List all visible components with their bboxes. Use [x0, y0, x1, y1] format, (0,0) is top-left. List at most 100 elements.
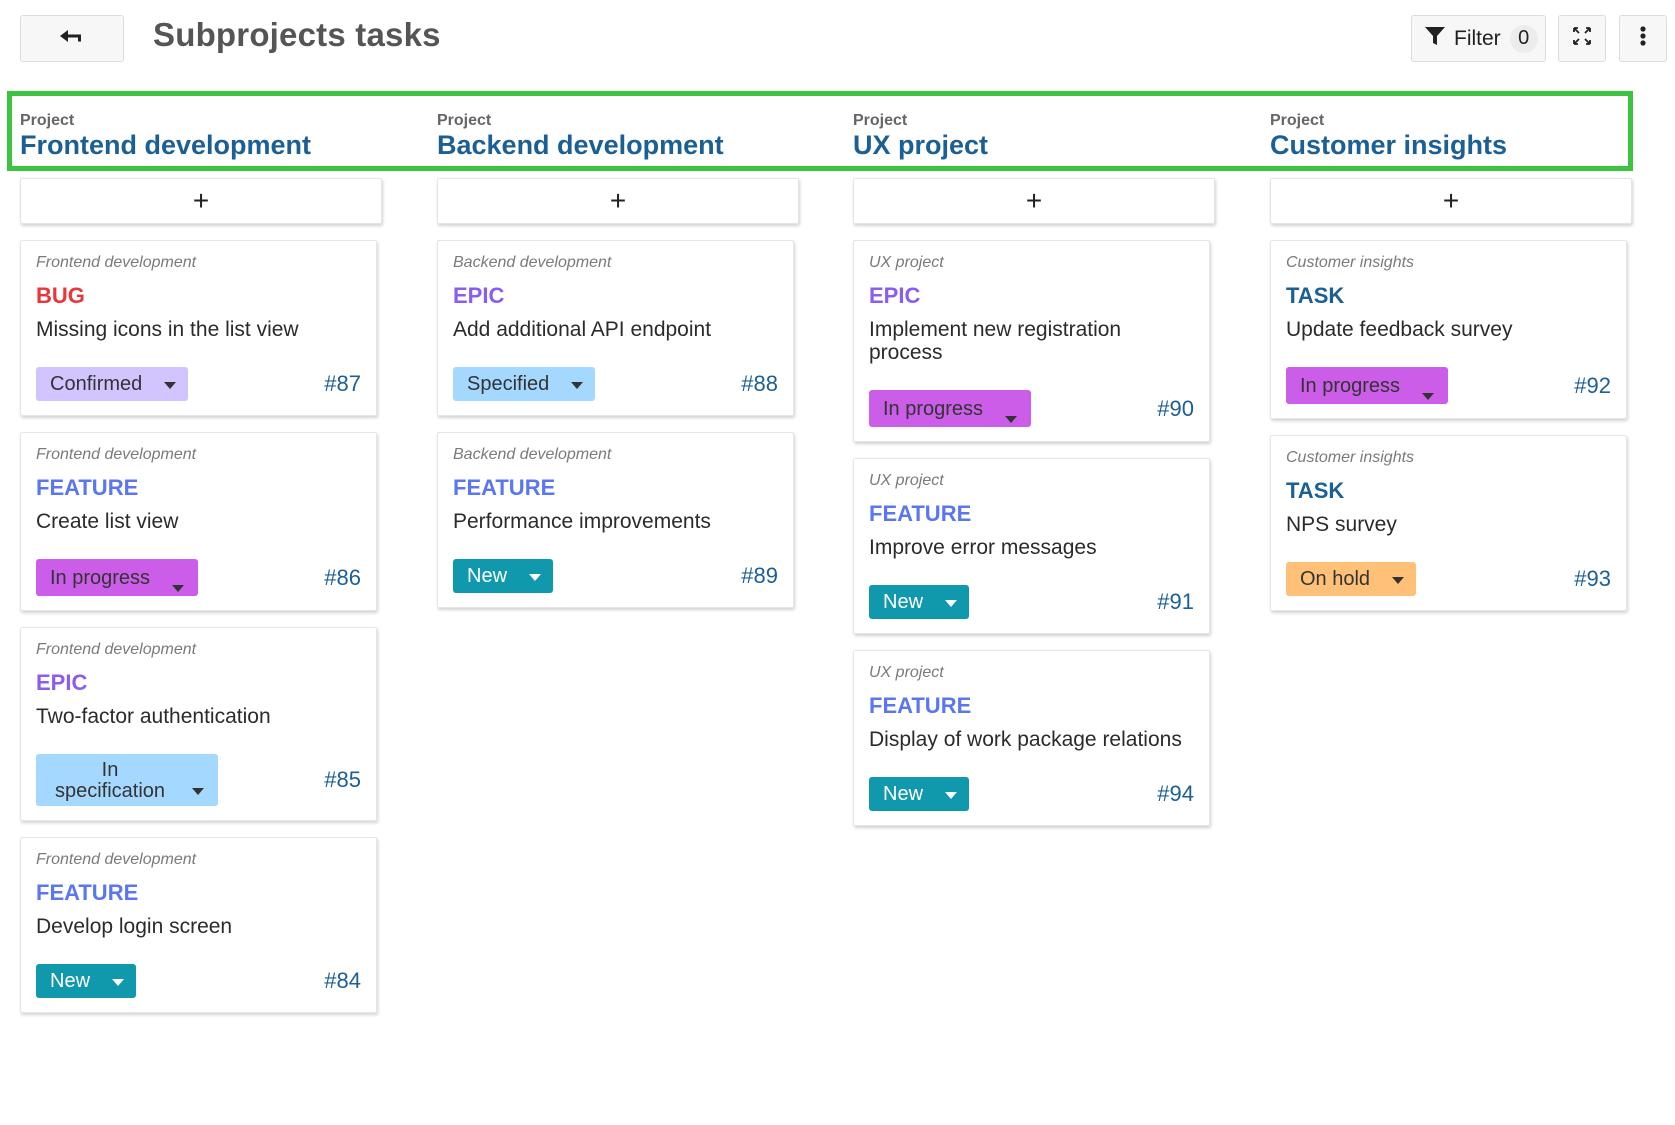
status-dropdown[interactable]: New — [453, 559, 554, 593]
filter-count-badge: 0 — [1509, 24, 1538, 53]
card-footer: New #94 — [869, 777, 1194, 811]
status-label: New — [467, 564, 508, 587]
card-project: UX project — [869, 472, 944, 489]
plus-icon: + — [192, 185, 210, 216]
card-footer: In progress #92 — [1286, 367, 1611, 404]
work-package-id[interactable]: #94 — [1157, 781, 1194, 807]
card-footer: In progress #90 — [869, 390, 1194, 427]
work-package-id[interactable]: #87 — [324, 371, 361, 397]
board-column: + UX project EPIC Implement new registratio… — [853, 178, 1215, 826]
status-dropdown[interactable]: New — [869, 777, 970, 811]
card-subject[interactable]: Create list view — [36, 510, 361, 533]
column-project-name[interactable]: Backend development — [437, 130, 837, 160]
caret-down-icon — [172, 585, 185, 592]
work-package-card[interactable]: UX project FEATURE Improve error messages N… — [853, 458, 1210, 634]
status-label: New — [883, 590, 924, 613]
more-menu-button[interactable] — [1619, 15, 1667, 62]
back-arrow-icon — [60, 29, 84, 48]
add-card-button[interactable]: + — [437, 178, 799, 224]
status-label: New — [50, 969, 91, 992]
filter-button[interactable]: Filter 0 — [1411, 15, 1546, 62]
work-package-id[interactable]: #89 — [741, 563, 778, 589]
card-project: UX project — [869, 254, 944, 271]
status-dropdown[interactable]: In progress — [36, 559, 199, 596]
status-dropdown[interactable]: Confirmed — [36, 367, 189, 401]
card-footer: Specified #88 — [453, 367, 778, 401]
card-footer: New #91 — [869, 585, 1194, 619]
card-type: EPIC — [36, 670, 88, 695]
card-type: FEATURE — [36, 475, 139, 500]
work-package-card[interactable]: Frontend development FEATURE Create list v… — [20, 432, 377, 611]
card-subject[interactable]: Implement new registration process — [869, 318, 1194, 364]
work-package-card[interactable]: UX project EPIC Implement new registration… — [853, 240, 1210, 442]
board-column: + Backend development EPIC Add additional A… — [437, 178, 799, 608]
plus-icon: + — [609, 185, 627, 216]
status-label: On hold — [1300, 567, 1371, 590]
card-subject[interactable]: Develop login screen — [36, 915, 361, 938]
column-header: Project UX project — [853, 112, 1253, 160]
card-project: Frontend development — [36, 254, 197, 271]
status-dropdown[interactable]: New — [869, 585, 970, 619]
card-project: Frontend development — [36, 641, 197, 658]
work-package-id[interactable]: #93 — [1574, 566, 1611, 592]
caret-down-icon — [529, 573, 542, 581]
column-project-name[interactable]: Frontend development — [20, 130, 420, 160]
card-type: BUG — [36, 283, 85, 308]
status-dropdown[interactable]: New — [36, 964, 137, 998]
add-card-button[interactable]: + — [1270, 178, 1632, 224]
plus-icon: + — [1442, 185, 1460, 216]
work-package-id[interactable]: #92 — [1574, 373, 1611, 399]
back-button[interactable] — [20, 15, 124, 62]
card-subject[interactable]: Improve error messages — [869, 536, 1194, 559]
card-subject[interactable]: Missing icons in the list view — [36, 318, 361, 341]
status-dropdown[interactable]: Specified — [453, 367, 596, 401]
card-subject[interactable]: Two-factor authentication — [36, 705, 361, 728]
board-column: + Frontend development BUG Missing icons in… — [20, 178, 382, 1013]
card-footer: In progress #86 — [36, 559, 361, 596]
work-package-id[interactable]: #88 — [741, 371, 778, 397]
card-project: Customer insights — [1286, 254, 1415, 271]
card-type: FEATURE — [869, 693, 972, 718]
add-card-button[interactable]: + — [853, 178, 1215, 224]
page-title: Subprojects tasks — [153, 16, 441, 53]
card-subject[interactable]: NPS survey — [1286, 513, 1611, 536]
work-package-card[interactable]: Customer insights TASK NPS survey On hold #9… — [1270, 435, 1627, 611]
status-label: Specified — [467, 372, 550, 395]
fullscreen-button[interactable] — [1558, 15, 1606, 62]
status-label: In progress — [883, 398, 984, 420]
column-header: Project Customer insights — [1270, 112, 1670, 160]
add-card-button[interactable]: + — [20, 178, 382, 224]
work-package-id[interactable]: #85 — [324, 767, 361, 793]
status-dropdown[interactable]: In progress — [869, 390, 1032, 427]
card-subject[interactable]: Performance improvements — [453, 510, 778, 533]
caret-down-icon — [112, 978, 125, 986]
caret-down-icon — [945, 791, 958, 799]
work-package-id[interactable]: #91 — [1157, 589, 1194, 615]
status-dropdown[interactable]: In specification — [36, 754, 218, 806]
card-subject[interactable]: Update feedback survey — [1286, 318, 1611, 341]
card-project: Backend development — [453, 446, 612, 463]
work-package-card[interactable]: Frontend development EPIC Two-factor authe… — [20, 627, 377, 821]
column-project-name[interactable]: UX project — [853, 130, 1253, 160]
column-header-label: Project — [437, 112, 492, 129]
card-footer: New #89 — [453, 559, 778, 593]
card-subject[interactable]: Add additional API endpoint — [453, 318, 778, 341]
work-package-card[interactable]: Frontend development BUG Missing icons in … — [20, 240, 377, 416]
work-package-card[interactable]: Customer insights TASK Update feedback sur… — [1270, 240, 1627, 419]
work-package-card[interactable]: Backend development EPIC Add additional AP… — [437, 240, 794, 416]
column-project-name[interactable]: Customer insights — [1270, 130, 1670, 160]
status-dropdown[interactable]: In progress — [1286, 367, 1449, 404]
work-package-id[interactable]: #90 — [1157, 396, 1194, 422]
card-project: Customer insights — [1286, 449, 1415, 466]
work-package-id[interactable]: #84 — [324, 968, 361, 994]
status-dropdown[interactable]: On hold — [1286, 562, 1417, 596]
work-package-card[interactable]: Backend development FEATURE Performance im… — [437, 432, 794, 608]
card-subject[interactable]: Display of work package relations — [869, 728, 1194, 751]
work-package-id[interactable]: #86 — [324, 565, 361, 591]
card-type: EPIC — [453, 283, 505, 308]
funnel-icon — [1425, 26, 1445, 52]
status-label: In progress — [1300, 375, 1401, 397]
caret-down-icon — [164, 381, 177, 389]
work-package-card[interactable]: Frontend development FEATURE Develop login… — [20, 837, 377, 1013]
work-package-card[interactable]: UX project FEATURE Display of work package… — [853, 650, 1210, 826]
